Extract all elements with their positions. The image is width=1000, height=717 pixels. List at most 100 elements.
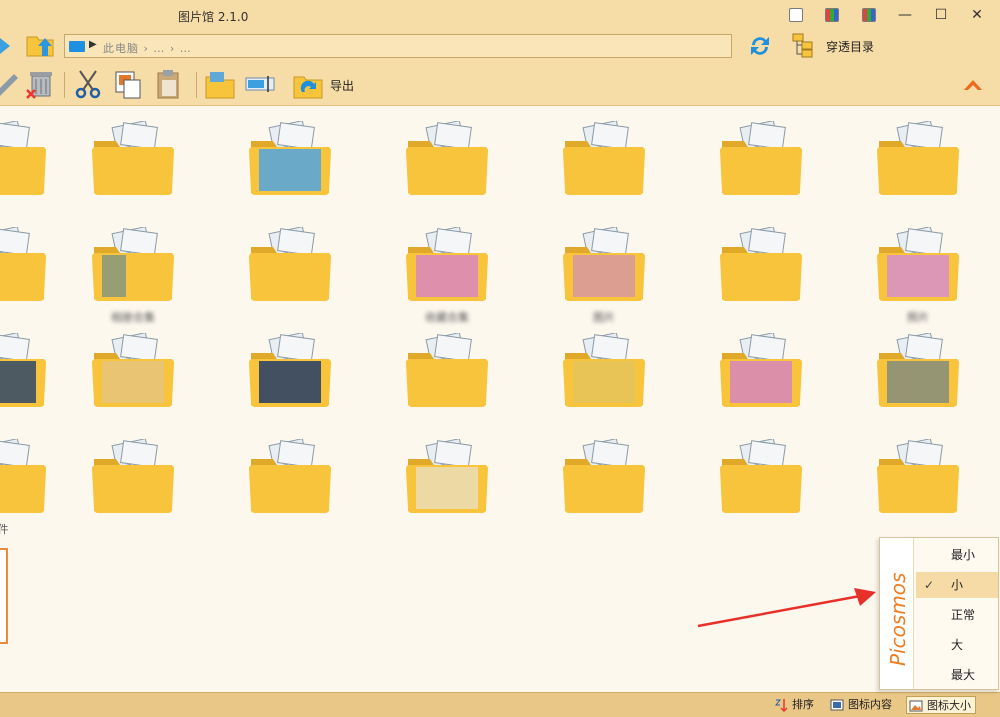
folder-label: [215, 203, 365, 217]
theme-icon[interactable]: [862, 8, 876, 22]
folder-item[interactable]: [873, 226, 963, 303]
folder-label: [58, 203, 208, 217]
back-arrow-icon[interactable]: [0, 38, 10, 54]
folder-icon: [0, 332, 46, 407]
folder-item[interactable]: [402, 438, 492, 515]
cut-icon[interactable]: [72, 68, 104, 100]
folder-icon: [92, 120, 174, 195]
new-folder-icon[interactable]: [204, 68, 236, 100]
folder-item[interactable]: [402, 120, 492, 197]
parent-folder-icon[interactable]: [26, 32, 56, 58]
folder-icon: [563, 332, 645, 407]
folder-item[interactable]: [0, 332, 50, 409]
image-icon: [830, 699, 844, 711]
palette-icon[interactable]: [825, 8, 839, 22]
folder-item[interactable]: [559, 438, 649, 515]
icon-size-button[interactable]: 图标大小: [906, 696, 976, 714]
sort-icon: [774, 699, 788, 712]
folder-item[interactable]: [0, 438, 50, 515]
folder-item[interactable]: [88, 120, 178, 197]
folder-item[interactable]: [245, 438, 335, 515]
menu-item-small[interactable]: ✓ 小: [916, 572, 998, 598]
status-bar: 排序 图标内容 图标大小: [0, 692, 1000, 717]
folder-icon: [877, 438, 959, 513]
folder-label: 收藏合集: [425, 311, 469, 324]
address-input[interactable]: ▶ 此电脑 › … › …: [64, 34, 732, 58]
folder-label: [372, 521, 522, 535]
icon-content-button[interactable]: 图标内容: [828, 696, 892, 714]
folder-icon: [92, 438, 174, 513]
folder-item[interactable]: [245, 120, 335, 197]
folder-item[interactable]: [88, 332, 178, 409]
folder-icon: [563, 120, 645, 195]
folder-item[interactable]: [716, 332, 806, 409]
folder-icon: [406, 332, 488, 407]
sort-button[interactable]: 排序: [772, 696, 814, 714]
export-label[interactable]: 导出: [330, 77, 354, 94]
menu-item-normal[interactable]: 正常: [916, 602, 998, 628]
folder-label: [843, 521, 993, 535]
folder-icon: [249, 120, 331, 195]
folder-label: [215, 309, 365, 323]
folder-icon: [563, 438, 645, 513]
folder-icon: [720, 226, 802, 301]
folder-item[interactable]: [559, 120, 649, 197]
folder-icon: [406, 438, 488, 513]
folder-item[interactable]: [88, 438, 178, 515]
folder-item[interactable]: [0, 226, 50, 303]
edit-icon[interactable]: [0, 68, 22, 100]
refresh-icon[interactable]: [746, 32, 774, 60]
folder-item[interactable]: [873, 438, 963, 515]
collapse-toolbar-icon[interactable]: [962, 76, 984, 92]
folder-icon: [249, 438, 331, 513]
folder-item[interactable]: [716, 438, 806, 515]
menu-item-label: 小: [951, 578, 964, 592]
folder-item[interactable]: [402, 226, 492, 303]
delete-icon[interactable]: [24, 68, 56, 100]
folder-label-partial: 件: [0, 523, 9, 536]
menu-item-smallest[interactable]: 最小: [916, 542, 998, 568]
folder-item[interactable]: [559, 332, 649, 409]
folder-item[interactable]: [245, 332, 335, 409]
folder-item[interactable]: [0, 120, 50, 197]
folder-icon: [0, 226, 46, 301]
drill-directory-button[interactable]: 穿透目录: [792, 30, 912, 60]
rename-icon[interactable]: [244, 68, 276, 100]
folder-label: [529, 521, 679, 535]
selected-item-edge[interactable]: [0, 548, 8, 644]
close-button[interactable]: ✕: [962, 4, 992, 26]
folder-label: [686, 309, 836, 323]
paste-icon[interactable]: [152, 68, 184, 100]
folder-icon: [877, 226, 959, 301]
title-bar: 图片馆 2.1.0 — ☐ ✕: [0, 0, 1000, 30]
folder-item[interactable]: [716, 226, 806, 303]
folder-item[interactable]: [873, 120, 963, 197]
folder-icon: [0, 438, 46, 513]
folder-item[interactable]: [402, 332, 492, 409]
folder-label: [843, 415, 993, 429]
copy-icon[interactable]: [112, 68, 144, 100]
skin-icon[interactable]: [789, 8, 803, 22]
folder-icon: [877, 332, 959, 407]
sort-label: 排序: [792, 698, 814, 711]
toolbar: 导出: [0, 64, 1000, 106]
check-icon: ✓: [924, 578, 935, 592]
folder-item[interactable]: [559, 226, 649, 303]
maximize-button[interactable]: ☐: [926, 4, 956, 26]
folder-icon: [92, 332, 174, 407]
folder-icon: [0, 120, 46, 195]
folder-label: [58, 521, 208, 535]
folder-item[interactable]: [245, 226, 335, 303]
folder-item[interactable]: [716, 120, 806, 197]
folder-label: [372, 203, 522, 217]
menu-item-large[interactable]: 大: [916, 632, 998, 658]
folder-item[interactable]: [88, 226, 178, 303]
folder-label: 图片: [593, 311, 615, 324]
folder-item[interactable]: [873, 332, 963, 409]
address-path: 此电脑 › … › …: [103, 42, 192, 55]
folder-label: [843, 203, 993, 217]
minimize-button[interactable]: —: [890, 4, 920, 26]
folder-label: [686, 415, 836, 429]
export-icon[interactable]: [292, 68, 324, 100]
menu-item-largest[interactable]: 最大: [916, 662, 998, 688]
